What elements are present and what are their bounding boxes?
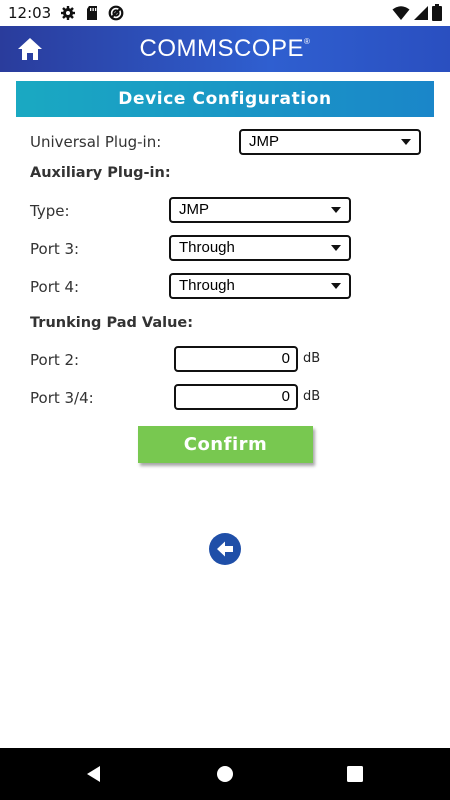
page-title: Device Configuration [16,81,434,117]
port4-value: Through [179,277,235,294]
port3-select[interactable]: Through [169,235,351,261]
back-arrow-icon [217,541,233,557]
gear-icon [61,6,75,20]
port4-label: Port 4: [30,278,80,296]
chevron-down-icon [331,283,341,289]
port34-pad-input[interactable]: 0 [174,384,298,410]
trunking-pad-heading: Trunking Pad Value: [30,315,194,331]
system-nav-bar [0,748,450,800]
signal-icon [414,6,428,20]
brand-name: COMMSCOPE [139,35,305,62]
app-header: COMMSCOPE® [0,26,450,72]
port3-label: Port 3: [30,240,80,258]
port2-pad-unit: dB [303,351,321,366]
type-select[interactable]: JMP [169,197,351,223]
wifi-icon [392,6,410,20]
confirm-button[interactable]: Confirm [138,426,313,463]
back-button[interactable] [209,533,241,565]
nav-recents-icon[interactable] [345,764,365,784]
nav-back-icon[interactable] [84,764,104,784]
universal-plugin-value: JMP [249,133,279,150]
auxiliary-plugin-heading: Auxiliary Plug-in: [30,165,171,181]
type-label: Type: [30,202,70,220]
sd-card-icon [87,6,97,20]
battery-icon [432,4,442,21]
status-bar: 12:03 [0,0,450,26]
status-time: 12:03 [8,4,52,22]
port34-pad-unit: dB [303,389,321,404]
chevron-down-icon [331,207,341,213]
port34-pad-label: Port 3/4: [30,389,94,407]
nav-home-icon[interactable] [215,764,235,784]
do-not-disturb-icon [108,5,124,21]
type-value: JMP [179,201,209,218]
port3-value: Through [179,239,235,256]
brand-logo: COMMSCOPE® [0,35,450,63]
brand-registered-mark: ® [304,37,311,46]
port4-select[interactable]: Through [169,273,351,299]
universal-plugin-select[interactable]: JMP [239,129,421,155]
chevron-down-icon [401,139,411,145]
chevron-down-icon [331,245,341,251]
port2-pad-input[interactable]: 0 [174,346,298,372]
port2-pad-label: Port 2: [30,351,80,369]
universal-plugin-label: Universal Plug-in: [30,133,162,151]
